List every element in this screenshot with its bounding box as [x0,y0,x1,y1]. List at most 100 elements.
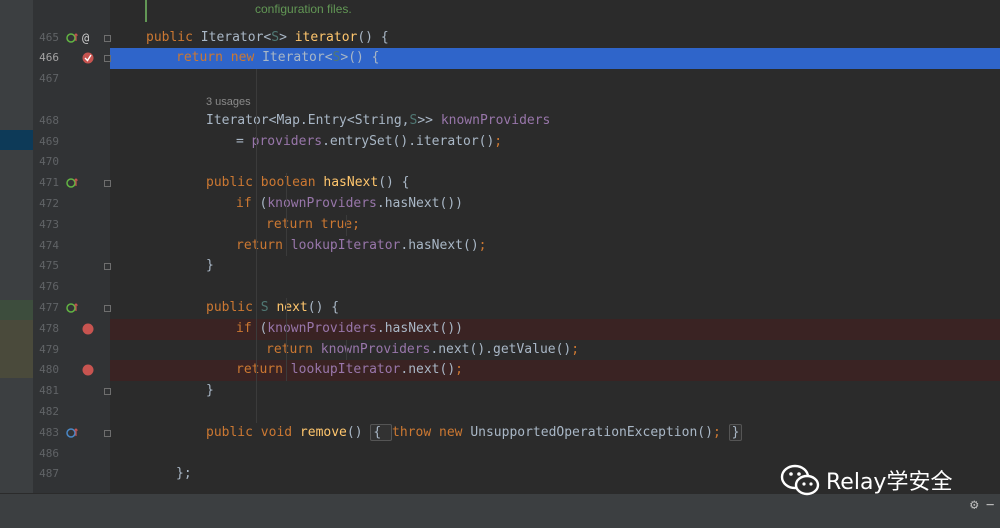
code-token: lookupIterator [290,362,401,378]
code-line[interactable]: if (knownProviders.hasNext()) [110,318,1000,340]
code-token: public [146,29,201,45]
code-text: }; [176,464,192,485]
breakpoint-icon[interactable] [82,364,94,380]
code-token: >() { [340,50,380,66]
code-token: remove [299,424,347,440]
line-number[interactable]: 483 [33,423,59,444]
code-token: Iterator< [262,50,333,66]
code-line[interactable]: public boolean hasNext() { [110,173,1000,194]
code-token: public void [206,424,300,440]
code-line[interactable]: public void remove() { throw new Unsuppo… [110,423,1000,444]
folded-code-marker[interactable]: } [728,423,743,441]
indent-guide [256,69,257,423]
line-number[interactable]: 469 [33,132,59,153]
line-number[interactable]: 475 [33,256,59,277]
code-line[interactable]: return knownProviders.next().getValue(); [110,340,1000,361]
code-token: knownProviders [320,341,431,357]
watermark: Relay学安全 [780,462,952,498]
code-token: }; [176,466,192,482]
code-token: () { [357,29,389,45]
code-token: ; [494,133,503,149]
line-number[interactable]: 479 [33,340,59,361]
code-token: public boolean [206,175,324,191]
code-token: next [276,300,308,315]
code-line[interactable] [110,402,1000,423]
code-line[interactable] [110,152,1000,173]
fold-open-icon[interactable] [104,55,111,63]
fold-open-icon[interactable] [104,429,111,437]
line-number[interactable]: 486 [33,444,59,465]
line-number[interactable]: 482 [33,402,59,423]
breakpoint-icon[interactable] [82,323,94,339]
line-number[interactable]: 473 [33,215,59,236]
code-text: public Iterator<S> iterator() { [146,28,389,49]
line-number[interactable]: 474 [33,236,59,257]
line-number[interactable]: 476 [33,277,59,298]
code-editor[interactable]: configuration files. public Iterator<S> … [110,0,1000,493]
code-line[interactable]: return lookupIterator.hasNext(); [110,236,1000,257]
line-number[interactable]: 487 [33,464,59,485]
indent-guide [286,298,287,382]
line-number[interactable]: 471 [33,173,59,194]
code-token: } [206,258,214,274]
code-token: providers [251,133,323,149]
usages-hint[interactable]: 3 usages [206,92,251,113]
code-token: .hasNext() [400,237,479,253]
code-token: > [279,29,295,45]
code-line[interactable]: Iterator<Map.Entry<String,S>> knownProvi… [110,111,1000,132]
implements-icon[interactable] [66,32,78,48]
code-token: knownProviders [267,196,377,211]
code-text: } [206,256,214,277]
scroll-marker [0,130,33,150]
fold-open-icon[interactable] [104,180,111,188]
line-number[interactable]: 468 [33,111,59,132]
code-token: Iterator<Map.Entry<String, [206,112,410,128]
minimize-icon[interactable]: − [986,497,994,513]
fold-open-icon[interactable] [104,34,111,42]
line-number[interactable]: 472 [33,194,59,215]
code-token: knownProviders [440,112,551,128]
line-number[interactable]: 465 [33,28,59,49]
code-token: .next().getValue() [430,341,572,357]
code-line[interactable] [110,69,1000,90]
code-line[interactable]: return true; [110,215,1000,236]
code-token: () { [378,175,410,191]
fold-close-icon[interactable] [104,263,111,271]
fold-open-icon[interactable] [104,305,111,312]
code-text: return lookupIterator.next(); [236,360,463,381]
code-line[interactable]: = providers.entrySet().iterator(); [110,132,1000,153]
folded-code-marker[interactable]: { [370,423,393,441]
code-token: ; [571,341,580,357]
line-number[interactable]: 478 [33,319,59,340]
line-number[interactable]: 466 [33,48,59,69]
code-token: public [206,300,261,315]
code-line[interactable]: if (knownProviders.hasNext()) [110,194,1000,215]
line-number[interactable]: 470 [33,152,59,173]
code-line[interactable]: public Iterator<S> iterator() { [110,28,1000,49]
line-number[interactable]: 467 [33,69,59,90]
implements-icon[interactable] [66,177,78,193]
annotation-icon[interactable]: @ [82,32,89,46]
line-number[interactable]: 481 [33,381,59,402]
code-token: .hasNext()) [376,320,463,336]
implements-icon[interactable] [66,427,78,443]
current-execution-line[interactable]: return new Iterator<S>() { [110,48,1000,70]
gear-icon[interactable]: ⚙ [970,497,978,513]
code-token: .entrySet().iterator() [322,133,495,149]
code-line[interactable]: return lookupIterator.next(); [110,360,1000,382]
code-line[interactable] [110,277,1000,298]
indent-guide [346,214,347,236]
code-line[interactable]: } [110,381,1000,402]
line-number[interactable]: 477 [33,298,59,319]
fold-close-icon[interactable] [104,388,111,396]
code-token: iterator [294,29,358,45]
line-number[interactable]: 480 [33,360,59,381]
code-token: () { [307,300,340,315]
code-token: >> [417,112,441,128]
code-line[interactable]: public S next() { [110,298,1000,319]
code-line[interactable]: } [110,256,1000,277]
doc-comment-text: configuration files. [255,2,352,16]
implements-icon[interactable] [66,302,78,318]
code-text: } [206,381,214,402]
breakpoint-hit-icon[interactable] [82,52,94,68]
